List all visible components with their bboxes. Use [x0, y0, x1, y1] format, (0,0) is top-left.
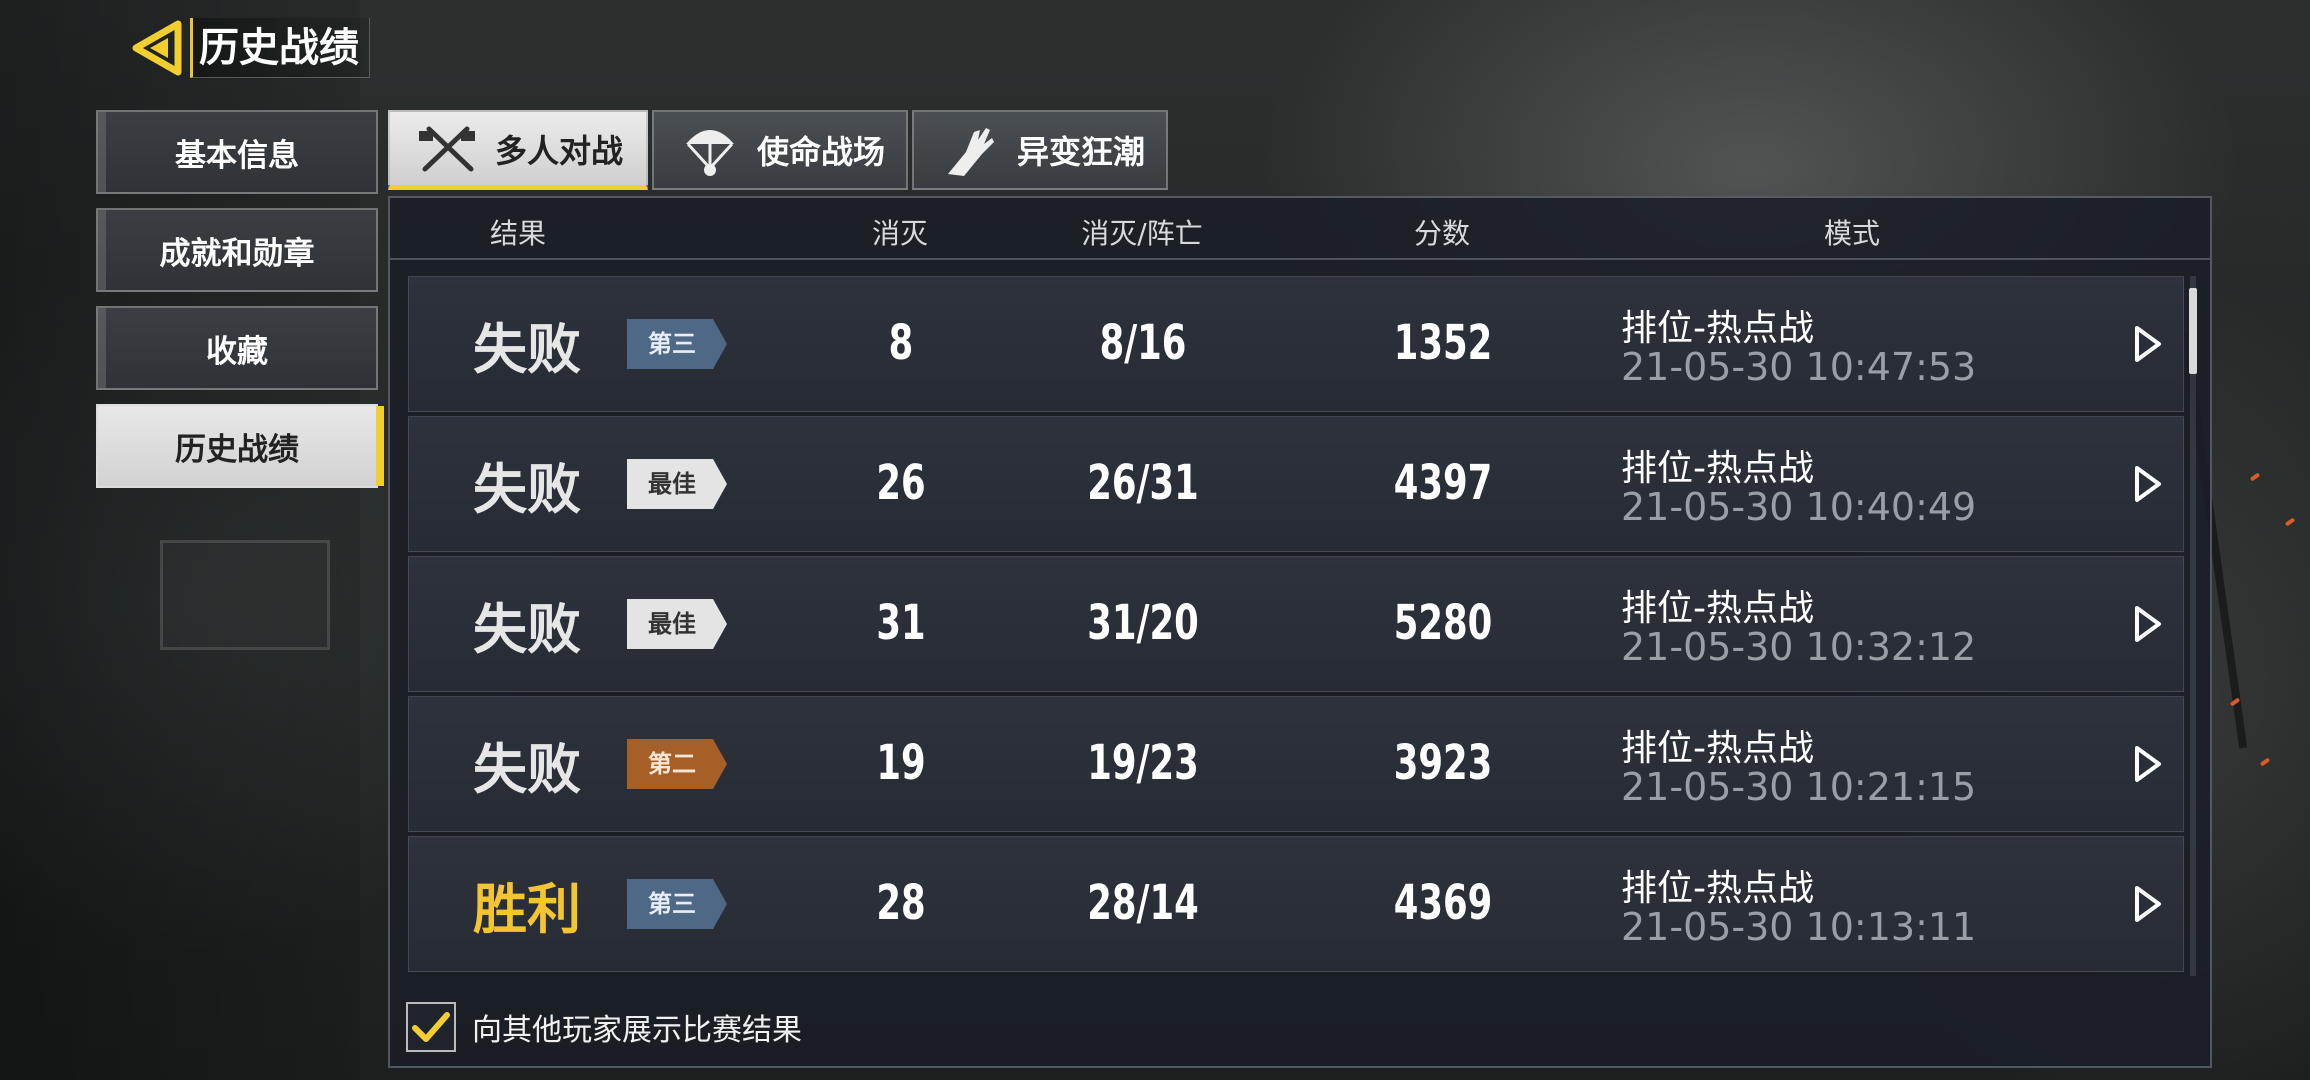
- chevron-left-icon: [132, 20, 182, 76]
- tab-label: 使命战场: [756, 133, 885, 171]
- show-results-label: 向其他玩家展示比赛结果: [472, 1013, 802, 1048]
- sidebar: 基本信息 成就和勋章 收藏 历史战绩: [96, 110, 384, 502]
- score-value: 4369: [1393, 875, 1493, 931]
- kd-value: 26/31: [1087, 455, 1199, 511]
- tab-battle-royale[interactable]: 使命战场: [652, 110, 908, 190]
- view-details-button[interactable]: [2125, 321, 2171, 367]
- match-row[interactable]: 失败 第三 8 8/16 1352 排位-热点战 21-05-30 10:47:…: [408, 276, 2184, 412]
- placement-badge: 第三: [627, 319, 727, 369]
- score-value: 4397: [1393, 455, 1493, 511]
- play-triangle-icon: [2135, 886, 2161, 922]
- match-result: 失败: [473, 458, 581, 521]
- placement-badge: 第二: [627, 739, 727, 789]
- mode-value: 排位-热点战: [1621, 728, 1814, 769]
- tab-label: 多人对战: [494, 131, 623, 170]
- view-details-button[interactable]: [2125, 881, 2171, 927]
- kills-value: 31: [876, 595, 926, 651]
- sidebar-item-basic-info[interactable]: 基本信息: [96, 110, 378, 194]
- sidebar-item-label: 成就和勋章: [159, 235, 315, 272]
- match-row[interactable]: 胜利 第三 28 28/14 4369 排位-热点战 21-05-30 10:1…: [408, 836, 2184, 972]
- sidebar-item-achievements[interactable]: 成就和勋章: [96, 208, 378, 292]
- kills-value: 19: [876, 735, 926, 791]
- kills-value: 26: [876, 455, 926, 511]
- placement-badge: 第三: [627, 879, 727, 929]
- play-triangle-icon: [2135, 326, 2161, 362]
- match-result: 失败: [473, 738, 581, 801]
- kd-value: 19/23: [1087, 735, 1199, 791]
- mode-value: 排位-热点战: [1621, 868, 1814, 909]
- background-wall-panel: [160, 540, 330, 650]
- score-value: 1352: [1393, 315, 1493, 371]
- match-history-panel: 结果 消灭 消灭/阵亡 分数 模式 失败 第三 8 8/16 1352 排位-热…: [388, 196, 2212, 1068]
- score-value: 3923: [1393, 735, 1493, 791]
- background-spark: [2259, 757, 2271, 767]
- back-button[interactable]: [128, 18, 188, 78]
- match-row[interactable]: 失败 最佳 26 26/31 4397 排位-热点战 21-05-30 10:4…: [408, 416, 2184, 552]
- column-header-result: 结果: [489, 217, 547, 250]
- kd-value: 31/20: [1087, 595, 1199, 651]
- play-triangle-icon: [2135, 606, 2161, 642]
- tab-zombies[interactable]: 异变狂潮: [912, 110, 1168, 190]
- match-time: 21-05-30 10:21:15: [1621, 765, 1977, 809]
- play-triangle-icon: [2135, 746, 2161, 782]
- match-row[interactable]: 失败 第二 19 19/23 3923 排位-热点战 21-05-30 10:2…: [408, 696, 2184, 832]
- page-title: 历史战绩: [190, 18, 370, 78]
- tab-multiplayer[interactable]: 多人对战: [388, 110, 648, 190]
- background-spark: [2249, 472, 2261, 482]
- column-header-kd: 消灭/阵亡: [1081, 217, 1203, 250]
- play-triangle-icon: [2135, 466, 2161, 502]
- sidebar-item-collection[interactable]: 收藏: [96, 306, 378, 390]
- zombie-arm-icon: [935, 120, 1005, 180]
- placement-badge: 最佳: [627, 599, 727, 649]
- kd-value: 28/14: [1087, 875, 1199, 931]
- match-time: 21-05-30 10:47:53: [1621, 345, 1977, 389]
- placement-badge: 最佳: [627, 459, 727, 509]
- sidebar-item-label: 收藏: [206, 333, 268, 370]
- match-result: 失败: [473, 598, 581, 661]
- score-value: 5280: [1393, 595, 1493, 651]
- match-time: 21-05-30 10:32:12: [1621, 625, 1977, 669]
- view-details-button[interactable]: [2125, 741, 2171, 787]
- column-header-score: 分数: [1413, 217, 1471, 250]
- match-time: 21-05-30 10:40:49: [1621, 485, 1977, 529]
- match-result: 胜利: [473, 878, 581, 941]
- show-results-option: 向其他玩家展示比赛结果: [406, 1002, 802, 1052]
- mode-value: 排位-热点战: [1621, 308, 1814, 349]
- parachute-icon: [675, 120, 745, 180]
- column-header-kills: 消灭: [871, 217, 929, 250]
- sidebar-item-match-history[interactable]: 历史战绩: [96, 404, 384, 488]
- background-spark: [2284, 517, 2296, 527]
- view-details-button[interactable]: [2125, 461, 2171, 507]
- view-details-button[interactable]: [2125, 601, 2171, 647]
- mode-value: 排位-热点战: [1621, 588, 1814, 629]
- sidebar-item-label: 基本信息: [175, 137, 299, 174]
- show-results-checkbox[interactable]: [406, 1002, 456, 1052]
- crossed-weapons-icon: [413, 119, 483, 179]
- match-row[interactable]: 失败 最佳 31 31/20 5280 排位-热点战 21-05-30 10:3…: [408, 556, 2184, 692]
- mode-tabs: 多人对战 使命战场 异变狂潮: [388, 110, 1168, 190]
- scrollbar-thumb[interactable]: [2189, 288, 2197, 374]
- kills-value: 28: [876, 875, 926, 931]
- match-result: 失败: [473, 318, 581, 381]
- match-list: 失败 第三 8 8/16 1352 排位-热点战 21-05-30 10:47:…: [408, 276, 2184, 976]
- scrollbar-track[interactable]: [2190, 276, 2196, 976]
- kills-value: 8: [888, 315, 914, 371]
- checkmark-icon: [412, 1012, 450, 1042]
- sidebar-item-label: 历史战绩: [175, 431, 299, 468]
- column-header-mode: 模式: [1823, 217, 1881, 250]
- tab-label: 异变狂潮: [1016, 133, 1145, 171]
- mode-value: 排位-热点战: [1621, 448, 1814, 489]
- kd-value: 8/16: [1099, 315, 1187, 371]
- table-header: 结果 消灭 消灭/阵亡 分数 模式: [390, 198, 2210, 260]
- match-time: 21-05-30 10:13:11: [1621, 905, 1977, 949]
